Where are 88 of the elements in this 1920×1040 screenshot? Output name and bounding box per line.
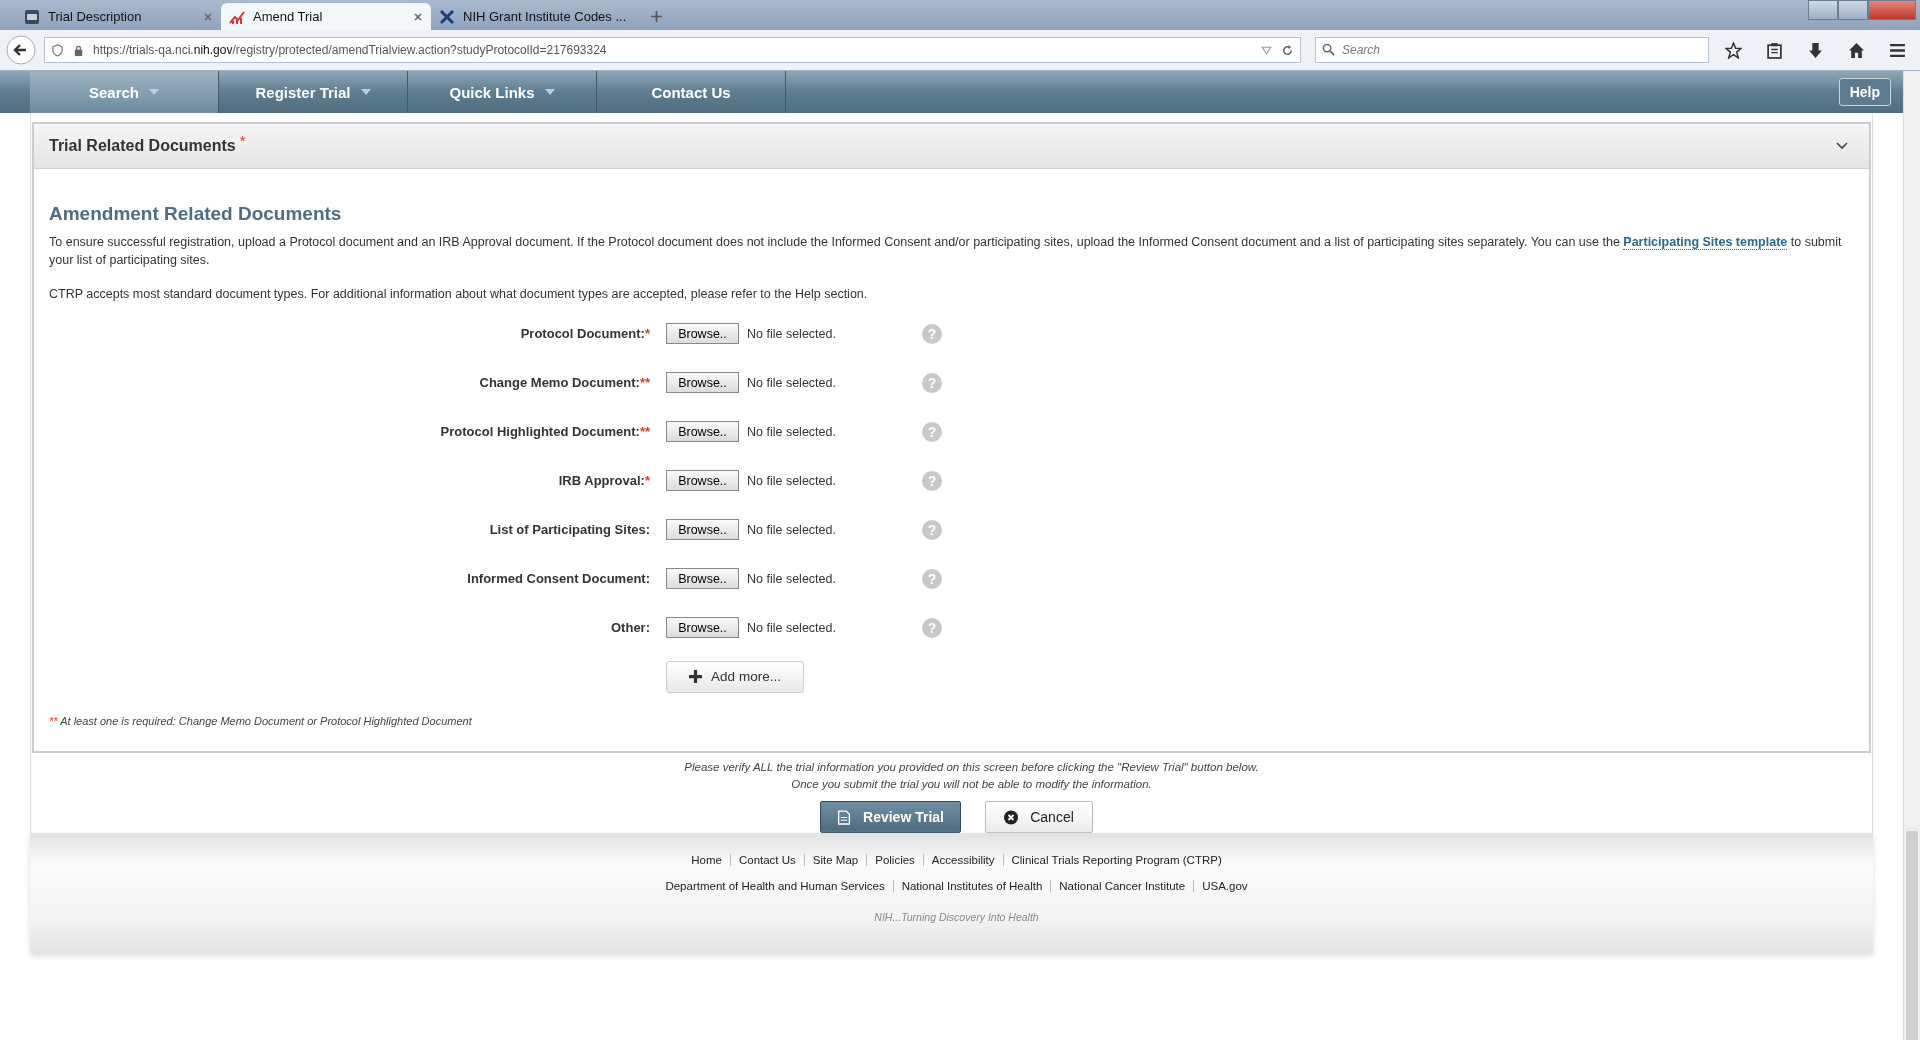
field-label: Informed Consent Document: [467, 571, 650, 586]
field-label: IRB Approval: [558, 473, 645, 488]
file-status: No file selected. [747, 473, 837, 488]
tab-title: NIH Grant Institute Codes ... [463, 9, 627, 24]
caret-icon [149, 89, 159, 95]
field-label: List of Participating Sites: [489, 522, 650, 537]
add-more-button[interactable]: Add more... [666, 660, 804, 693]
restore-icon[interactable] [1838, 0, 1868, 20]
field-label: Change Memo Document: [479, 375, 640, 390]
close-circle-icon [1004, 809, 1019, 825]
app-icon [24, 8, 40, 25]
tagline: NIH...Turning Discovery Into Health [873, 911, 1039, 923]
search-field[interactable]: Search [1315, 37, 1709, 63]
star-icon[interactable] [1725, 41, 1742, 59]
field-label: Protocol Document: [520, 326, 645, 341]
nav-item[interactable]: Quick Links [408, 71, 597, 113]
tab-title: Trial Description [48, 9, 143, 24]
reload-icon[interactable] [1281, 43, 1294, 57]
close-icon[interactable] [203, 11, 213, 22]
lock-icon [72, 43, 85, 57]
browser-tab[interactable]: NIH Grant Institute Codes ... [431, 3, 636, 30]
footer-link[interactable]: National Cancer Institute [1059, 880, 1186, 892]
file-status: No file selected. [747, 522, 837, 537]
field-label: Other: [611, 620, 650, 635]
browse-button[interactable]: Browse.. [666, 617, 739, 638]
footer-link[interactable]: USA.gov [1202, 880, 1248, 892]
browse-button[interactable]: Browse.. [666, 421, 739, 442]
nav-item[interactable]: Register Trial [219, 71, 408, 113]
required-mark: ** [639, 424, 650, 439]
verify-text: Please verify ALL the trial information you provided on this screen before clicking the "Review Trial" button below. [683, 760, 1260, 775]
file-status: No file selected. [747, 375, 837, 390]
required-mark: * [644, 473, 650, 488]
footer-link[interactable]: Site Map [812, 854, 859, 866]
caret-icon [360, 89, 371, 95]
browse-button[interactable]: Browse.. [666, 568, 739, 589]
scrollbar[interactable] [1903, 71, 1920, 1040]
minimize-icon[interactable] [1808, 0, 1838, 20]
url-text: https://trials-qa.nci.nih.gov/registry/protected/amendTrialview.action?studyProtocolId=217693324 [93, 43, 607, 57]
file-status: No file selected. [747, 620, 837, 635]
nav-item[interactable]: Contact Us [597, 71, 786, 113]
menu-icon[interactable] [1889, 41, 1906, 59]
footer-link[interactable]: Accessibility [931, 854, 995, 866]
footer-link[interactable]: National Institutes of Health [901, 880, 1043, 892]
section-heading: Amendment Related Documents [49, 203, 343, 225]
shield-icon [51, 43, 64, 57]
required-mark: ** [49, 715, 58, 727]
footer-link[interactable]: Contact Us [738, 854, 796, 866]
field-label: Protocol Highlighted Document: [440, 424, 640, 439]
section-header[interactable]: Trial Related Documents * [34, 124, 1869, 169]
new-tab-icon[interactable] [650, 10, 663, 23]
download-icon[interactable] [1807, 41, 1824, 59]
browser-tab[interactable]: Trial Description [16, 3, 221, 30]
required-mark: * [239, 132, 246, 149]
browse-button[interactable]: Browse.. [666, 372, 739, 393]
file-status: No file selected. [747, 571, 837, 586]
section-title: Trial Related Documents [49, 137, 236, 155]
browse-button[interactable]: Browse.. [666, 470, 739, 491]
address-bar[interactable]: https://trials-qa.nci.nih.gov/registry/protected/amendTrialview.action?studyProtocolId=217693324 [44, 37, 1301, 63]
plus-icon [689, 670, 703, 683]
footnote-text: At least one is required: Change Memo Document or Protocol Highlighted Document [60, 715, 472, 727]
caret-icon [544, 89, 555, 95]
review-trial-button[interactable]: Review Trial [820, 801, 961, 833]
browse-button[interactable]: Browse.. [666, 323, 739, 344]
verify-text: Once you submit the trial you will not be able to modify the information. [790, 777, 1153, 792]
required-mark: ** [639, 375, 650, 390]
file-status: No file selected. [747, 326, 837, 341]
footer-link[interactable]: Clinical Trials Reporting Program (CTRP) [1011, 854, 1222, 866]
browse-button[interactable]: Browse.. [666, 519, 739, 540]
search-icon [1322, 43, 1335, 56]
footer-link[interactable]: Department of Health and Human Services [665, 880, 885, 892]
note-text: CTRP accepts most standard document types. For additional information about what document types are accepted, please refer to the Help section. [49, 287, 869, 301]
crossed-tools-icon [439, 8, 455, 25]
required-mark: * [644, 326, 650, 341]
clipboard-icon[interactable] [1766, 41, 1783, 59]
tab-title: Amend Trial [253, 9, 324, 24]
intro-text: To ensure successful registration, upload a Protocol document and an IRB Approval document. If the Protocol document does not include the Informed Consent and/or participating sites, upload the Informed Consent document and a list of participating sites separately. You can use the Participating Sites template to submit your list of participating sites. [49, 234, 1843, 269]
chevron-icon [1836, 142, 1848, 150]
home-icon[interactable] [1848, 41, 1865, 59]
back-icon[interactable] [6, 35, 36, 65]
help-button[interactable]: Help [1838, 78, 1891, 106]
cancel-button[interactable]: Cancel [985, 801, 1093, 833]
footer-link[interactable]: Home [691, 854, 722, 866]
document-icon [837, 809, 852, 825]
file-status: No file selected. [747, 424, 837, 439]
template-link[interactable]: Participating Sites template [1623, 235, 1788, 250]
browser-tab[interactable]: Amend Trial [221, 3, 431, 30]
footer-link[interactable]: Policies [875, 854, 915, 866]
close-icon[interactable] [413, 11, 423, 22]
